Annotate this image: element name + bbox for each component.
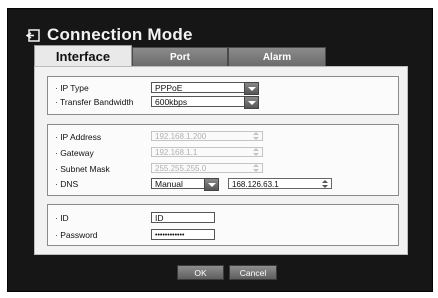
gateway-field: 192.168.1.1 xyxy=(151,147,263,157)
chevron-down-icon xyxy=(244,82,259,95)
network-address-group: · IP Address 192.168.1.200 · Gateway 192… xyxy=(47,124,399,196)
subnet-mask-value: 255.255.255.0 xyxy=(155,164,207,173)
gateway-value: 192.168.1.1 xyxy=(155,148,198,157)
spinner-icon xyxy=(251,148,261,156)
transfer-bandwidth-select[interactable]: 600kbps xyxy=(151,96,259,109)
subnet-mask-label: · Subnet Mask xyxy=(55,164,110,174)
spinner-icon xyxy=(251,132,261,140)
subnet-mask-field: 255.255.255.0 xyxy=(151,163,263,173)
spinner-icon[interactable] xyxy=(320,180,330,188)
id-label: · ID xyxy=(55,213,69,223)
window-title-row: Connection Mode xyxy=(26,24,193,46)
ip-type-group: · IP Type PPPoE · Transfer Bandwidth 600… xyxy=(47,76,399,115)
transfer-bandwidth-value: 600kbps xyxy=(155,97,188,107)
interface-panel: · IP Type PPPoE · Transfer Bandwidth 600… xyxy=(34,66,408,255)
transfer-bandwidth-label: · Transfer Bandwidth xyxy=(55,97,134,107)
ip-address-value: 192.168.1.200 xyxy=(155,132,207,141)
window-title: Connection Mode xyxy=(47,25,193,44)
tab-interface[interactable]: Interface xyxy=(34,45,132,67)
dns-mode-select[interactable]: Manual xyxy=(151,178,219,191)
tab-port[interactable]: Port xyxy=(132,47,228,68)
spinner-icon xyxy=(251,164,261,172)
ip-type-label: · IP Type xyxy=(55,83,89,93)
ip-type-value: PPPoE xyxy=(155,83,183,93)
account-group: · ID ID · Password •••••••••••• xyxy=(47,204,399,246)
password-input[interactable]: •••••••••••• xyxy=(151,229,215,240)
tab-alarm[interactable]: Alarm xyxy=(228,47,326,68)
dns-label: · DNS xyxy=(55,179,79,189)
cancel-button[interactable]: Cancel xyxy=(229,265,277,280)
dns-mode-value: Manual xyxy=(155,179,183,189)
exit-arrow-icon xyxy=(26,28,40,42)
password-label: · Password xyxy=(55,230,98,240)
gateway-label: · Gateway xyxy=(55,148,94,158)
dns-value: 168.126.63.1 xyxy=(232,180,279,189)
id-input[interactable]: ID xyxy=(151,212,215,223)
dns-field[interactable]: 168.126.63.1 xyxy=(228,178,332,189)
chevron-down-icon xyxy=(204,178,219,191)
ip-type-select[interactable]: PPPoE xyxy=(151,82,259,95)
ok-button[interactable]: OK xyxy=(177,265,224,280)
ip-address-field: 192.168.1.200 xyxy=(151,131,263,141)
chevron-down-icon xyxy=(244,96,259,109)
ip-address-label: · IP Address xyxy=(55,132,102,142)
